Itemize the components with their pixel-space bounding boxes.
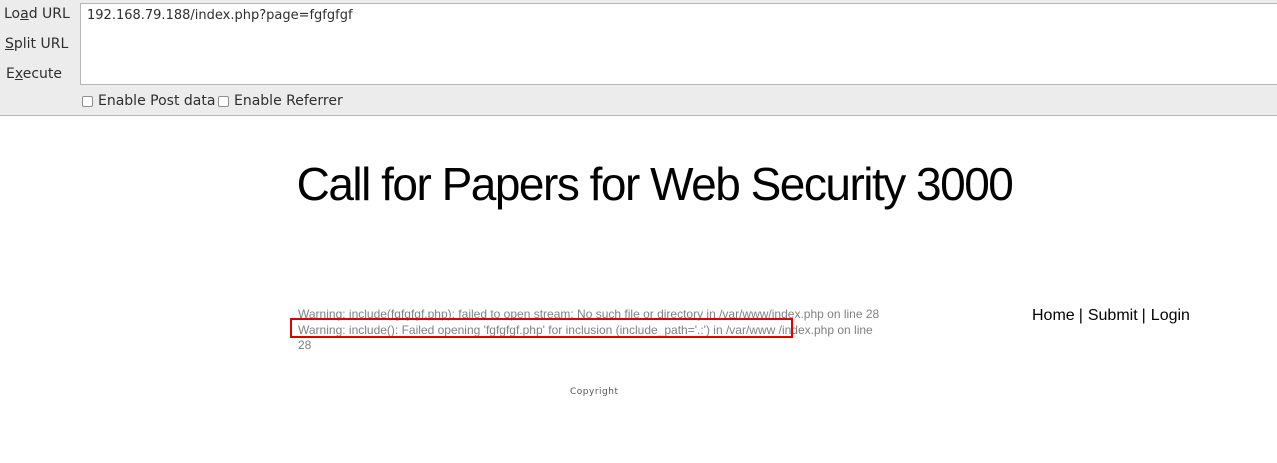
- split-url-accesskey: S: [5, 36, 14, 52]
- load-url-button[interactable]: Load URL: [4, 0, 80, 28]
- copyright-footer: Copyright: [570, 387, 619, 397]
- nav-login-link[interactable]: Login: [1151, 307, 1190, 324]
- page-title: Call for Papers for Web Security 3000: [296, 158, 1014, 210]
- nav-home-link[interactable]: Home: [1032, 307, 1075, 324]
- enable-post-data-label: Enable Post data: [98, 93, 216, 109]
- load-url-accesskey: a: [20, 6, 29, 22]
- enable-referrer-option[interactable]: Enable Referrer: [218, 92, 343, 110]
- enable-post-data-option[interactable]: Enable Post data: [82, 92, 215, 110]
- execute-button[interactable]: Execute: [6, 60, 82, 88]
- nav-submit-link[interactable]: Submit: [1088, 307, 1138, 324]
- nav-separator: |: [1078, 307, 1083, 324]
- split-url-button[interactable]: Split URL: [5, 30, 81, 58]
- split-url-label-end: plit URL: [13, 36, 69, 52]
- enable-post-data-checkbox[interactable]: [82, 95, 93, 107]
- php-warning-message: Warning: include(fgfgfgf.php): failed to…: [298, 307, 880, 352]
- enable-referrer-checkbox[interactable]: [218, 95, 229, 107]
- load-url-label-end: d URL: [28, 6, 70, 22]
- hackbar-panel: Load URL Split URL Execute 192.168.79.18…: [0, 0, 1277, 116]
- load-url-label-start: Lo: [4, 6, 21, 22]
- execute-label-start: E: [6, 66, 15, 82]
- execute-accesskey: x: [14, 66, 23, 82]
- url-textarea[interactable]: 192.168.79.188/index.php?page=fgfgfgf: [80, 3, 1277, 85]
- execute-label-end: ecute: [22, 66, 63, 82]
- nav-separator: |: [1141, 307, 1146, 324]
- top-nav: Home | Submit | Login: [1032, 307, 1190, 325]
- enable-referrer-label: Enable Referrer: [234, 93, 343, 109]
